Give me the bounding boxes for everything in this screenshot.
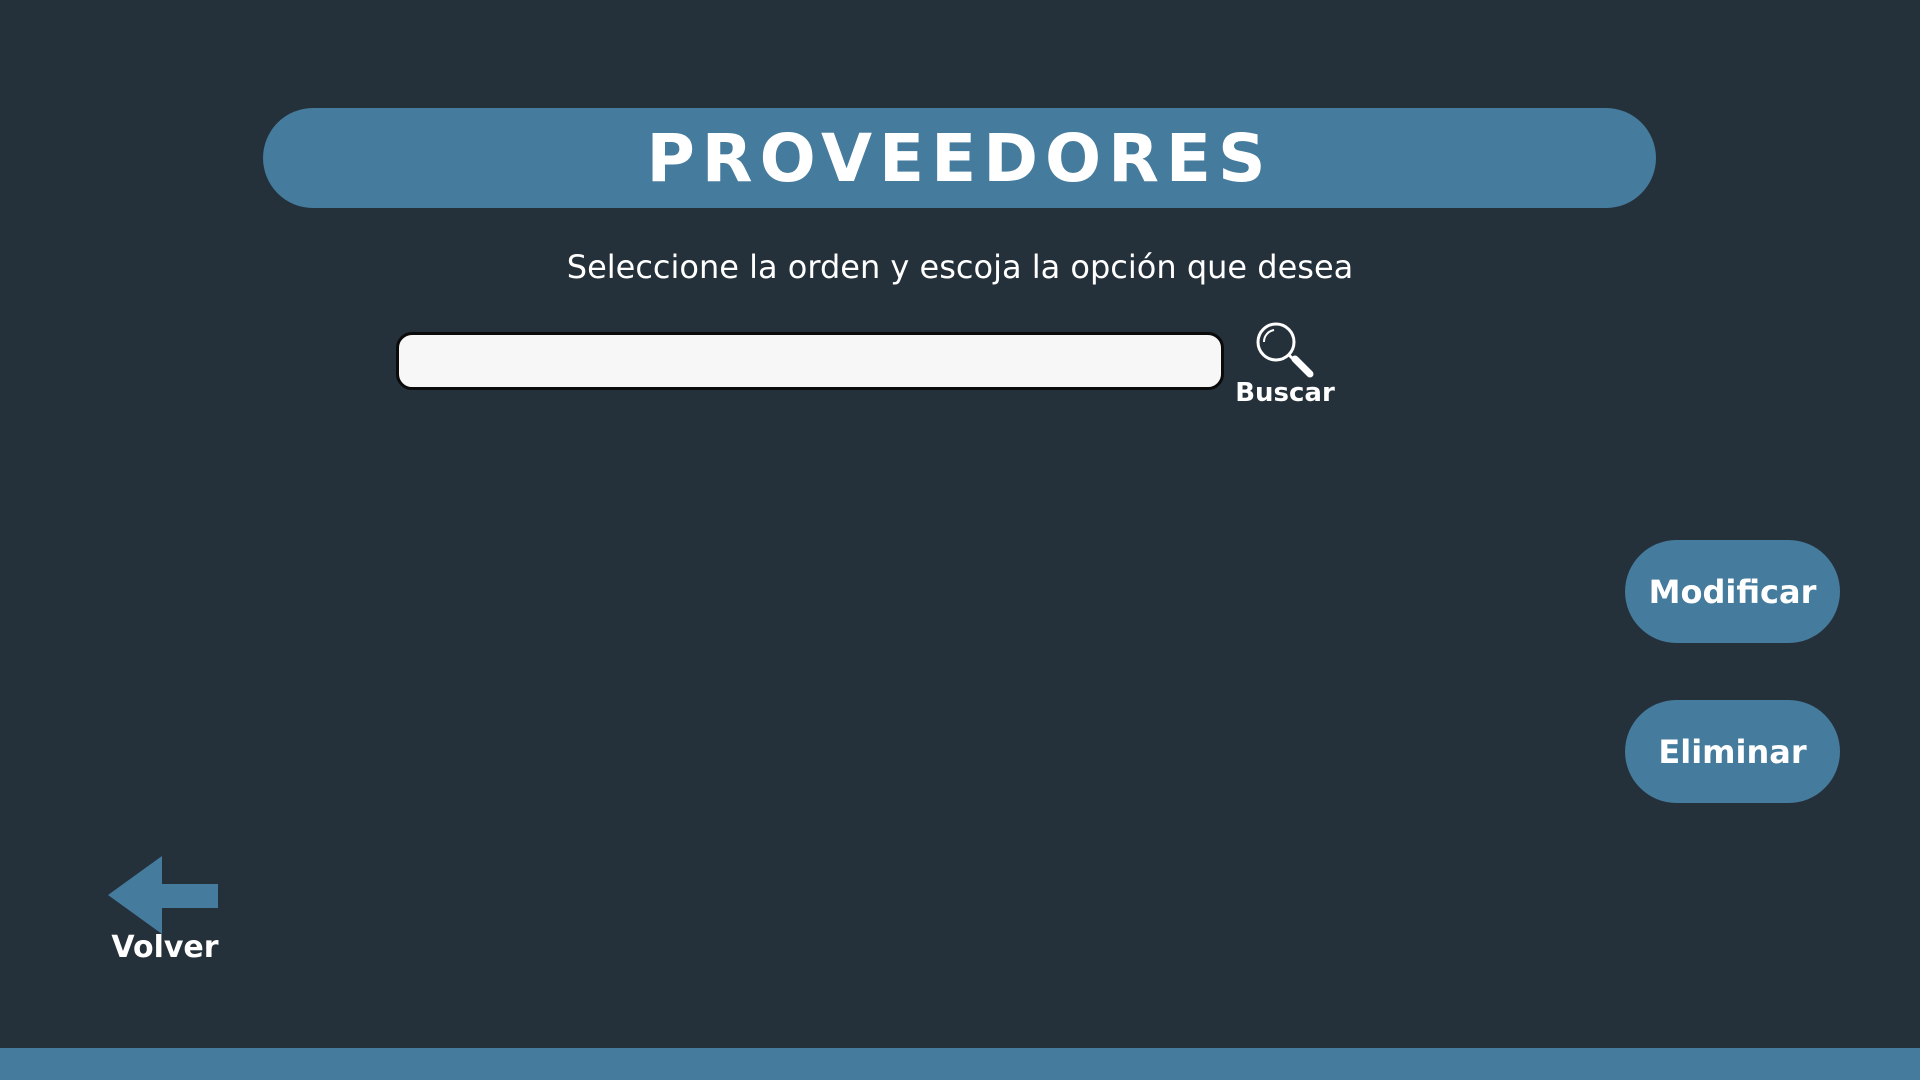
- proveedores-screen: PROVEEDORES Seleccione la orden y escoja…: [0, 0, 1920, 1080]
- search-button-label: Buscar: [1235, 378, 1335, 408]
- magnifier-icon: [1256, 322, 1314, 378]
- delete-button[interactable]: Eliminar: [1625, 700, 1840, 803]
- instruction-text: Seleccione la orden y escoja la opción q…: [566, 248, 1354, 286]
- search-button[interactable]: Buscar: [1230, 318, 1340, 412]
- modify-button[interactable]: Modificar: [1625, 540, 1840, 643]
- title-banner: PROVEEDORES: [263, 108, 1656, 208]
- page-title: PROVEEDORES: [646, 119, 1273, 197]
- back-button[interactable]: Volver: [100, 852, 230, 972]
- arrow-left-icon: [108, 856, 218, 934]
- search-input[interactable]: [396, 332, 1224, 390]
- footer-bar: [0, 1048, 1920, 1080]
- back-button-label: Volver: [111, 930, 219, 965]
